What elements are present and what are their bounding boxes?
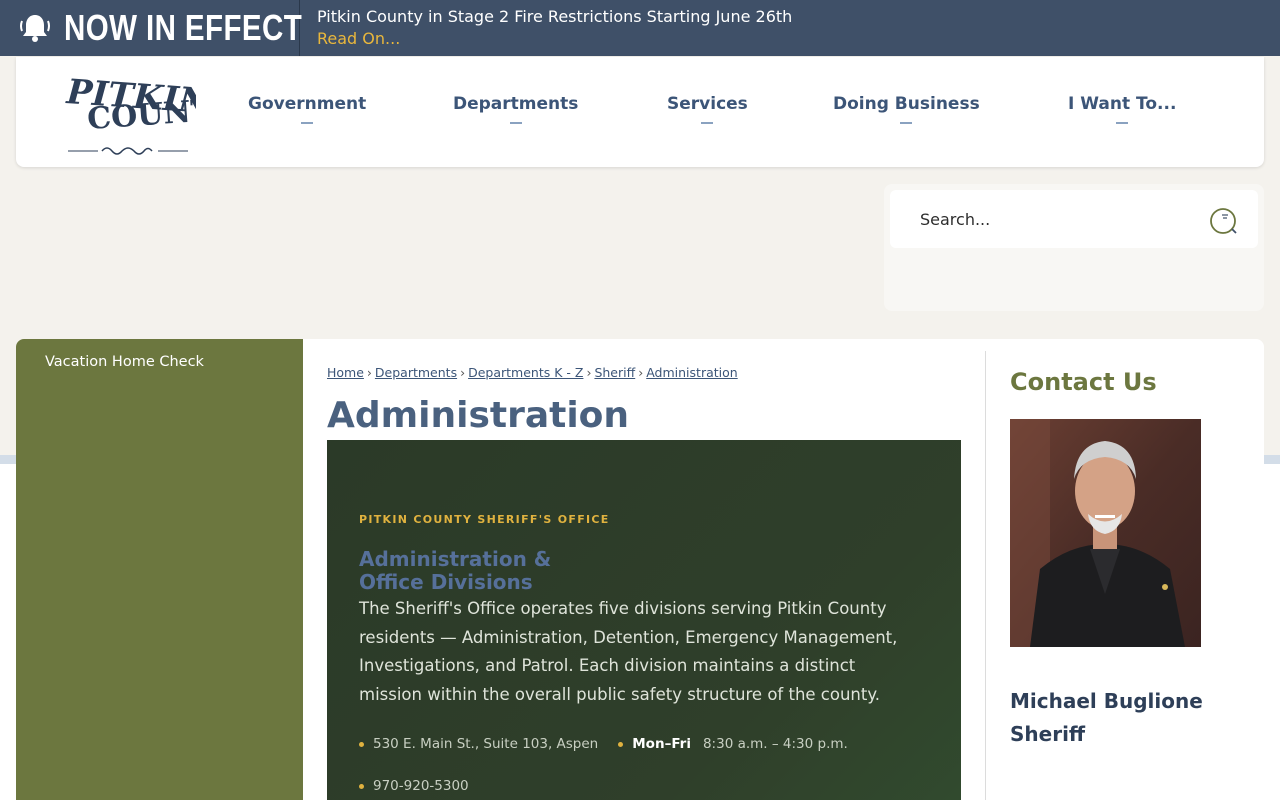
alert-bar: NOW IN EFFECT Pitkin County in Stage 2 F… xyxy=(0,0,1280,56)
nav-departments[interactable]: Departments xyxy=(453,94,578,124)
breadcrumb-departments[interactable]: Departments xyxy=(375,365,457,380)
nav-label: Government xyxy=(248,94,367,114)
search-input[interactable] xyxy=(920,207,1190,231)
breadcrumb-administration[interactable]: Administration xyxy=(646,365,737,380)
hero-title: Administration & Office Divisions xyxy=(359,548,679,594)
pitkin-county-logo[interactable]: PITKIN COUNTY xyxy=(62,65,236,157)
nav-government[interactable]: Government xyxy=(248,94,366,124)
sidebar-item-vacation-home-check[interactable]: Vacation Home Check xyxy=(45,354,204,370)
sheriff-photo xyxy=(1010,419,1201,647)
phone: 970-920-5300 xyxy=(373,778,469,794)
alert-title: NOW IN EFFECT xyxy=(64,7,303,48)
search-box xyxy=(890,190,1258,248)
breadcrumb: Home › Departments › Departments K - Z › Sheri… xyxy=(327,365,738,380)
office-days: Mon–Fri xyxy=(632,736,691,752)
search-panel xyxy=(884,184,1264,311)
contact-title: Contact Us xyxy=(1010,368,1157,396)
site-header: PITKIN COUNTY Government Departments Ser… xyxy=(16,57,1264,167)
column-divider xyxy=(985,351,986,800)
page-title: Administration xyxy=(327,395,630,436)
alert-message: Pitkin County in Stage 2 Fire Restrictio… xyxy=(317,7,793,26)
contact-role: Sheriff xyxy=(1010,722,1086,746)
office-hours: 8:30 a.m. – 4:30 p.m. xyxy=(702,736,848,752)
breadcrumb-departments-k-z[interactable]: Departments K - Z xyxy=(468,365,583,380)
search-icon[interactable] xyxy=(1208,206,1240,236)
hero-meta-phone: 970-920-5300 xyxy=(359,778,469,794)
main-content-card: Vacation Home Check Home › Departments › Dep… xyxy=(16,339,1264,800)
breadcrumb-home[interactable]: Home xyxy=(327,365,364,380)
hero-panel: PITKIN COUNTY SHERIFF'S OFFICE Administr… xyxy=(327,440,961,800)
alert-label: NOW IN EFFECT xyxy=(0,0,303,56)
hero-eyebrow: PITKIN COUNTY SHERIFF'S OFFICE xyxy=(359,513,610,526)
hero-title-line1: Administration & xyxy=(359,547,552,571)
alert-read-on-link[interactable]: Read On... xyxy=(317,27,792,51)
hero-title-line2: Office Divisions xyxy=(359,570,533,594)
nav-label: Departments xyxy=(453,94,579,114)
sidebar: Vacation Home Check xyxy=(16,339,303,800)
nav-services[interactable]: Services xyxy=(667,94,748,124)
hero-meta-address-hours: 530 E. Main St., Suite 103, Aspen Mon–Fr… xyxy=(359,736,848,752)
nav-i-want-to[interactable]: I Want To... xyxy=(1068,94,1176,124)
contact-person: Michael Buglione Sheriff xyxy=(1010,685,1203,751)
bell-icon xyxy=(16,9,54,47)
address: 530 E. Main St., Suite 103, Aspen xyxy=(373,736,599,752)
content-area: Home › Departments › Departments K - Z › Sheri… xyxy=(327,339,961,800)
nav-label: I Want To... xyxy=(1068,94,1177,114)
nav-label: Services xyxy=(667,94,748,114)
nav-doing-business[interactable]: Doing Business xyxy=(833,94,980,124)
contact-name: Michael Buglione xyxy=(1010,689,1203,713)
breadcrumb-sheriff[interactable]: Sheriff xyxy=(594,365,635,380)
hero-body: The Sheriff's Office operates five divis… xyxy=(359,599,898,704)
contact-panel: Contact Us Michael Buglione Sheriff xyxy=(1010,339,1250,800)
nav-label: Doing Business xyxy=(833,94,980,114)
